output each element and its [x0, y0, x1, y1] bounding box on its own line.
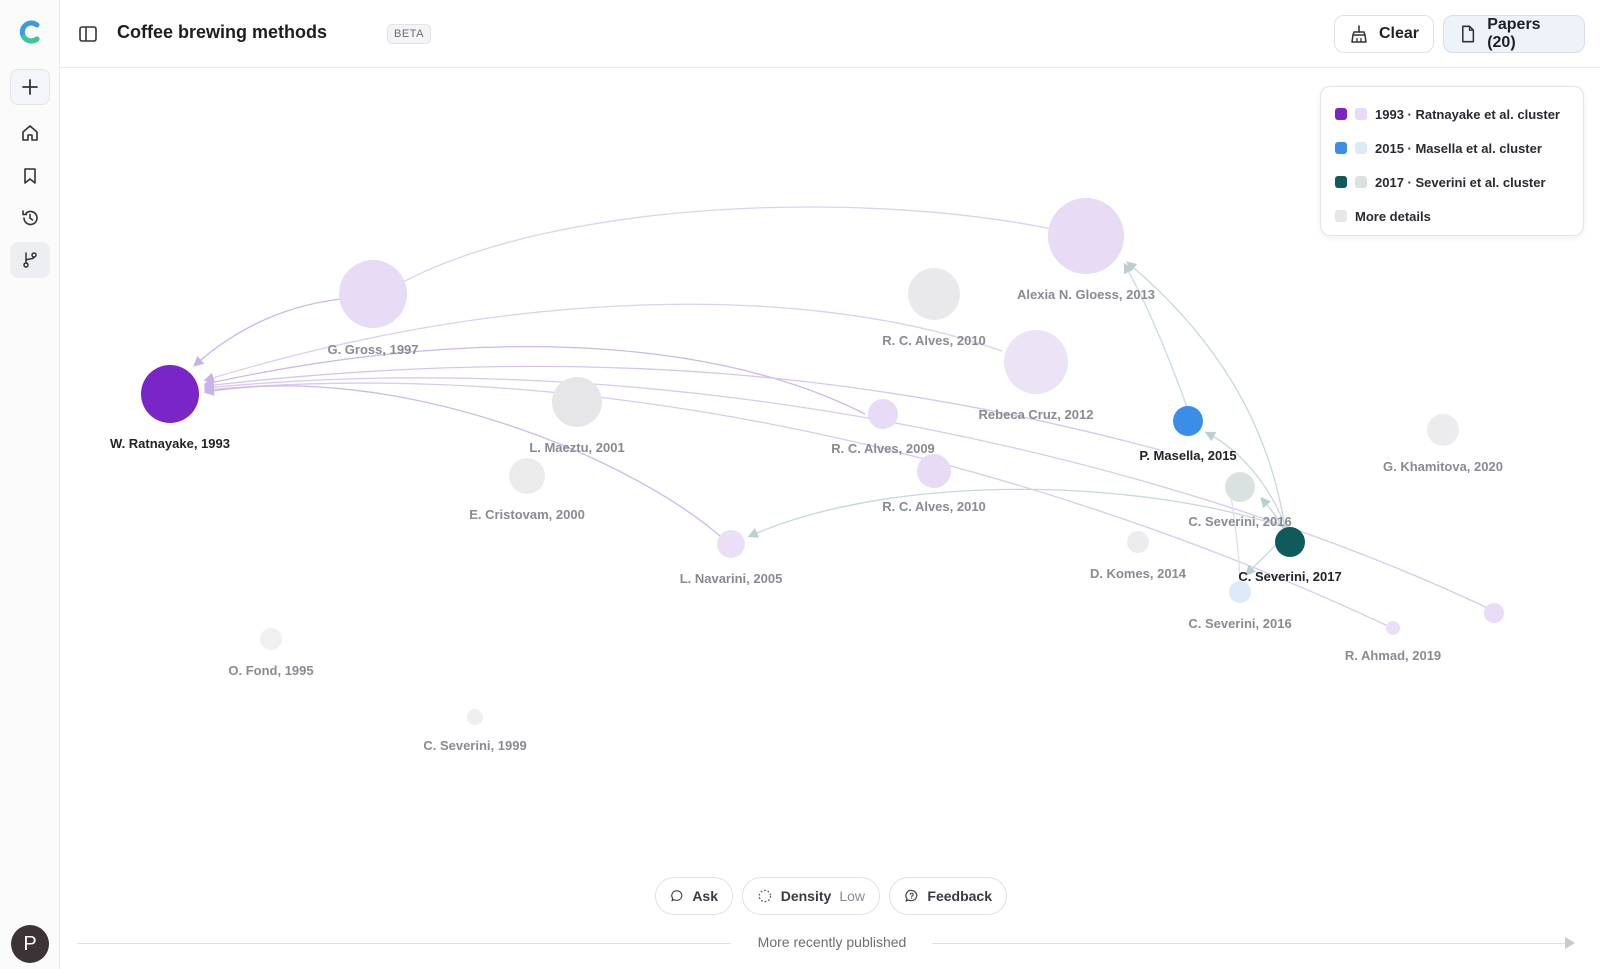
- papers-button-label: Papers (20): [1487, 16, 1541, 51]
- node-navarini-2005[interactable]: [717, 530, 745, 558]
- legend-swatch-light: [1355, 142, 1367, 154]
- clear-button-label: Clear: [1378, 25, 1419, 42]
- node-ahmad-2019-dot[interactable]: [1484, 603, 1504, 623]
- node-severini-2017[interactable]: [1275, 527, 1305, 557]
- node-alves-2010-a[interactable]: [908, 268, 960, 320]
- axis-arrow-icon: [1565, 937, 1575, 949]
- node-gloess-2013[interactable]: [1048, 198, 1124, 274]
- legend-item-1993[interactable]: 1993 · Ratnayake et al. cluster: [1335, 97, 1569, 131]
- feedback-button-label: Feedback: [927, 888, 992, 904]
- node-label: O. Fond, 1995: [228, 663, 313, 678]
- node-label: L. Maeztu, 2001: [529, 440, 624, 455]
- branch-graph-icon: [23, 252, 37, 268]
- legend-swatch: [1335, 142, 1347, 154]
- node-label: C. Severini, 2016: [1188, 514, 1291, 529]
- node-label: C. Severini, 2016: [1188, 616, 1291, 631]
- node-severini-2016-b[interactable]: [1229, 581, 1251, 603]
- beta-badge: BETA: [387, 24, 431, 44]
- node-label: C. Severini, 2017: [1238, 569, 1341, 584]
- legend-item-2017[interactable]: 2017 · Severini et al. cluster: [1335, 165, 1569, 199]
- avatar-initial: P: [23, 932, 37, 955]
- sidebar-panel-icon: [79, 26, 97, 42]
- plus-icon: [22, 79, 38, 95]
- node-label: L. Navarini, 2005: [680, 571, 783, 586]
- node-label: R. C. Alves, 2009: [831, 441, 935, 456]
- node-ratnayake-1993[interactable]: [141, 365, 199, 423]
- graph-node-labels: W. Ratnayake, 1993 G. Gross, 1997 Alexia…: [110, 287, 1503, 753]
- time-axis-line: [77, 943, 731, 944]
- node-label: D. Komes, 2014: [1090, 566, 1187, 581]
- history-button[interactable]: [10, 200, 50, 236]
- node-gross-1997[interactable]: [339, 260, 407, 328]
- document-icon: [1462, 25, 1475, 43]
- legend-label: More details: [1355, 208, 1431, 224]
- density-button[interactable]: Density Low: [742, 877, 880, 915]
- node-label: R. C. Alves, 2010: [882, 499, 986, 514]
- papers-button[interactable]: Papers (20): [1443, 15, 1585, 53]
- node-cruz-2012[interactable]: [1004, 330, 1068, 394]
- bookmark-icon: [24, 168, 36, 184]
- history-icon: [22, 210, 38, 226]
- node-khamitova-2020[interactable]: [1427, 414, 1459, 446]
- legend-swatch: [1335, 176, 1347, 188]
- legend-label: 1993 · Ratnayake et al. cluster: [1375, 106, 1560, 122]
- node-maeztu-2001[interactable]: [552, 377, 602, 427]
- legend-swatch-light: [1355, 108, 1367, 120]
- node-label: C. Severini, 1999: [423, 738, 526, 753]
- node-label: E. Cristovam, 2000: [469, 507, 585, 522]
- node-label: W. Ratnayake, 1993: [110, 436, 230, 451]
- app-logo-icon[interactable]: [10, 14, 50, 50]
- home-button[interactable]: [10, 115, 50, 151]
- node-alves-2009[interactable]: [868, 399, 898, 429]
- page-title: Coffee brewing methods: [117, 22, 328, 42]
- feedback-bubble-icon: [905, 889, 918, 902]
- density-dashed-circle-icon: [758, 889, 772, 903]
- node-label: R. Ahmad, 2019: [1345, 648, 1441, 663]
- node-masella-2015[interactable]: [1173, 406, 1203, 436]
- legend-label: 2017 · Severini et al. cluster: [1375, 174, 1546, 190]
- legend-swatch: [1335, 108, 1347, 120]
- bookmarks-button[interactable]: [10, 158, 50, 194]
- left-rail: P: [0, 0, 60, 969]
- time-axis-caption: More recently published: [757, 934, 907, 950]
- density-label: Density: [780, 888, 832, 904]
- ask-button[interactable]: Ask: [655, 877, 733, 915]
- legend-swatch: [1335, 210, 1347, 222]
- legend-item-2015[interactable]: 2015 · Masella et al. cluster: [1335, 131, 1569, 165]
- node-alves-2010-b[interactable]: [917, 454, 951, 488]
- node-label: G. Khamitova, 2020: [1383, 459, 1503, 474]
- user-avatar[interactable]: P: [11, 925, 49, 963]
- ask-button-label: Ask: [692, 888, 718, 904]
- feedback-button[interactable]: Feedback: [889, 877, 1007, 915]
- node-label: Rebeca Cruz, 2012: [979, 407, 1094, 422]
- node-label: R. C. Alves, 2010: [882, 333, 986, 348]
- home-icon: [22, 125, 38, 141]
- graph-nodes: [141, 198, 1504, 725]
- node-label: G. Gross, 1997: [327, 342, 418, 357]
- citation-graph-button[interactable]: [10, 242, 50, 278]
- legend-item-more-details[interactable]: More details: [1335, 199, 1569, 233]
- node-severini-1999[interactable]: [467, 709, 483, 725]
- top-header: Coffee brewing methods BETA Clear Papers…: [60, 0, 1600, 68]
- sidebar-toggle-button[interactable]: [76, 22, 100, 46]
- node-komes-2014[interactable]: [1127, 531, 1149, 553]
- node-label: Alexia N. Gloess, 2013: [1017, 287, 1155, 302]
- chat-bubble-icon: [671, 890, 683, 902]
- clear-button[interactable]: Clear: [1334, 15, 1434, 53]
- node-label: P. Masella, 2015: [1139, 448, 1236, 463]
- node-cristovam-2000[interactable]: [509, 458, 545, 494]
- legend-label: 2015 · Masella et al. cluster: [1375, 140, 1542, 156]
- density-value: Low: [839, 888, 865, 904]
- node-ahmad-2019[interactable]: [1386, 621, 1400, 635]
- time-axis-line: [932, 943, 1572, 944]
- node-severini-2016-a[interactable]: [1225, 472, 1255, 502]
- broom-icon: [1351, 25, 1367, 43]
- new-item-button[interactable]: [10, 69, 50, 105]
- legend-swatch-light: [1355, 176, 1367, 188]
- cluster-legend: 1993 · Ratnayake et al. cluster 2015 · M…: [1320, 86, 1584, 236]
- node-fond-1995[interactable]: [260, 628, 282, 650]
